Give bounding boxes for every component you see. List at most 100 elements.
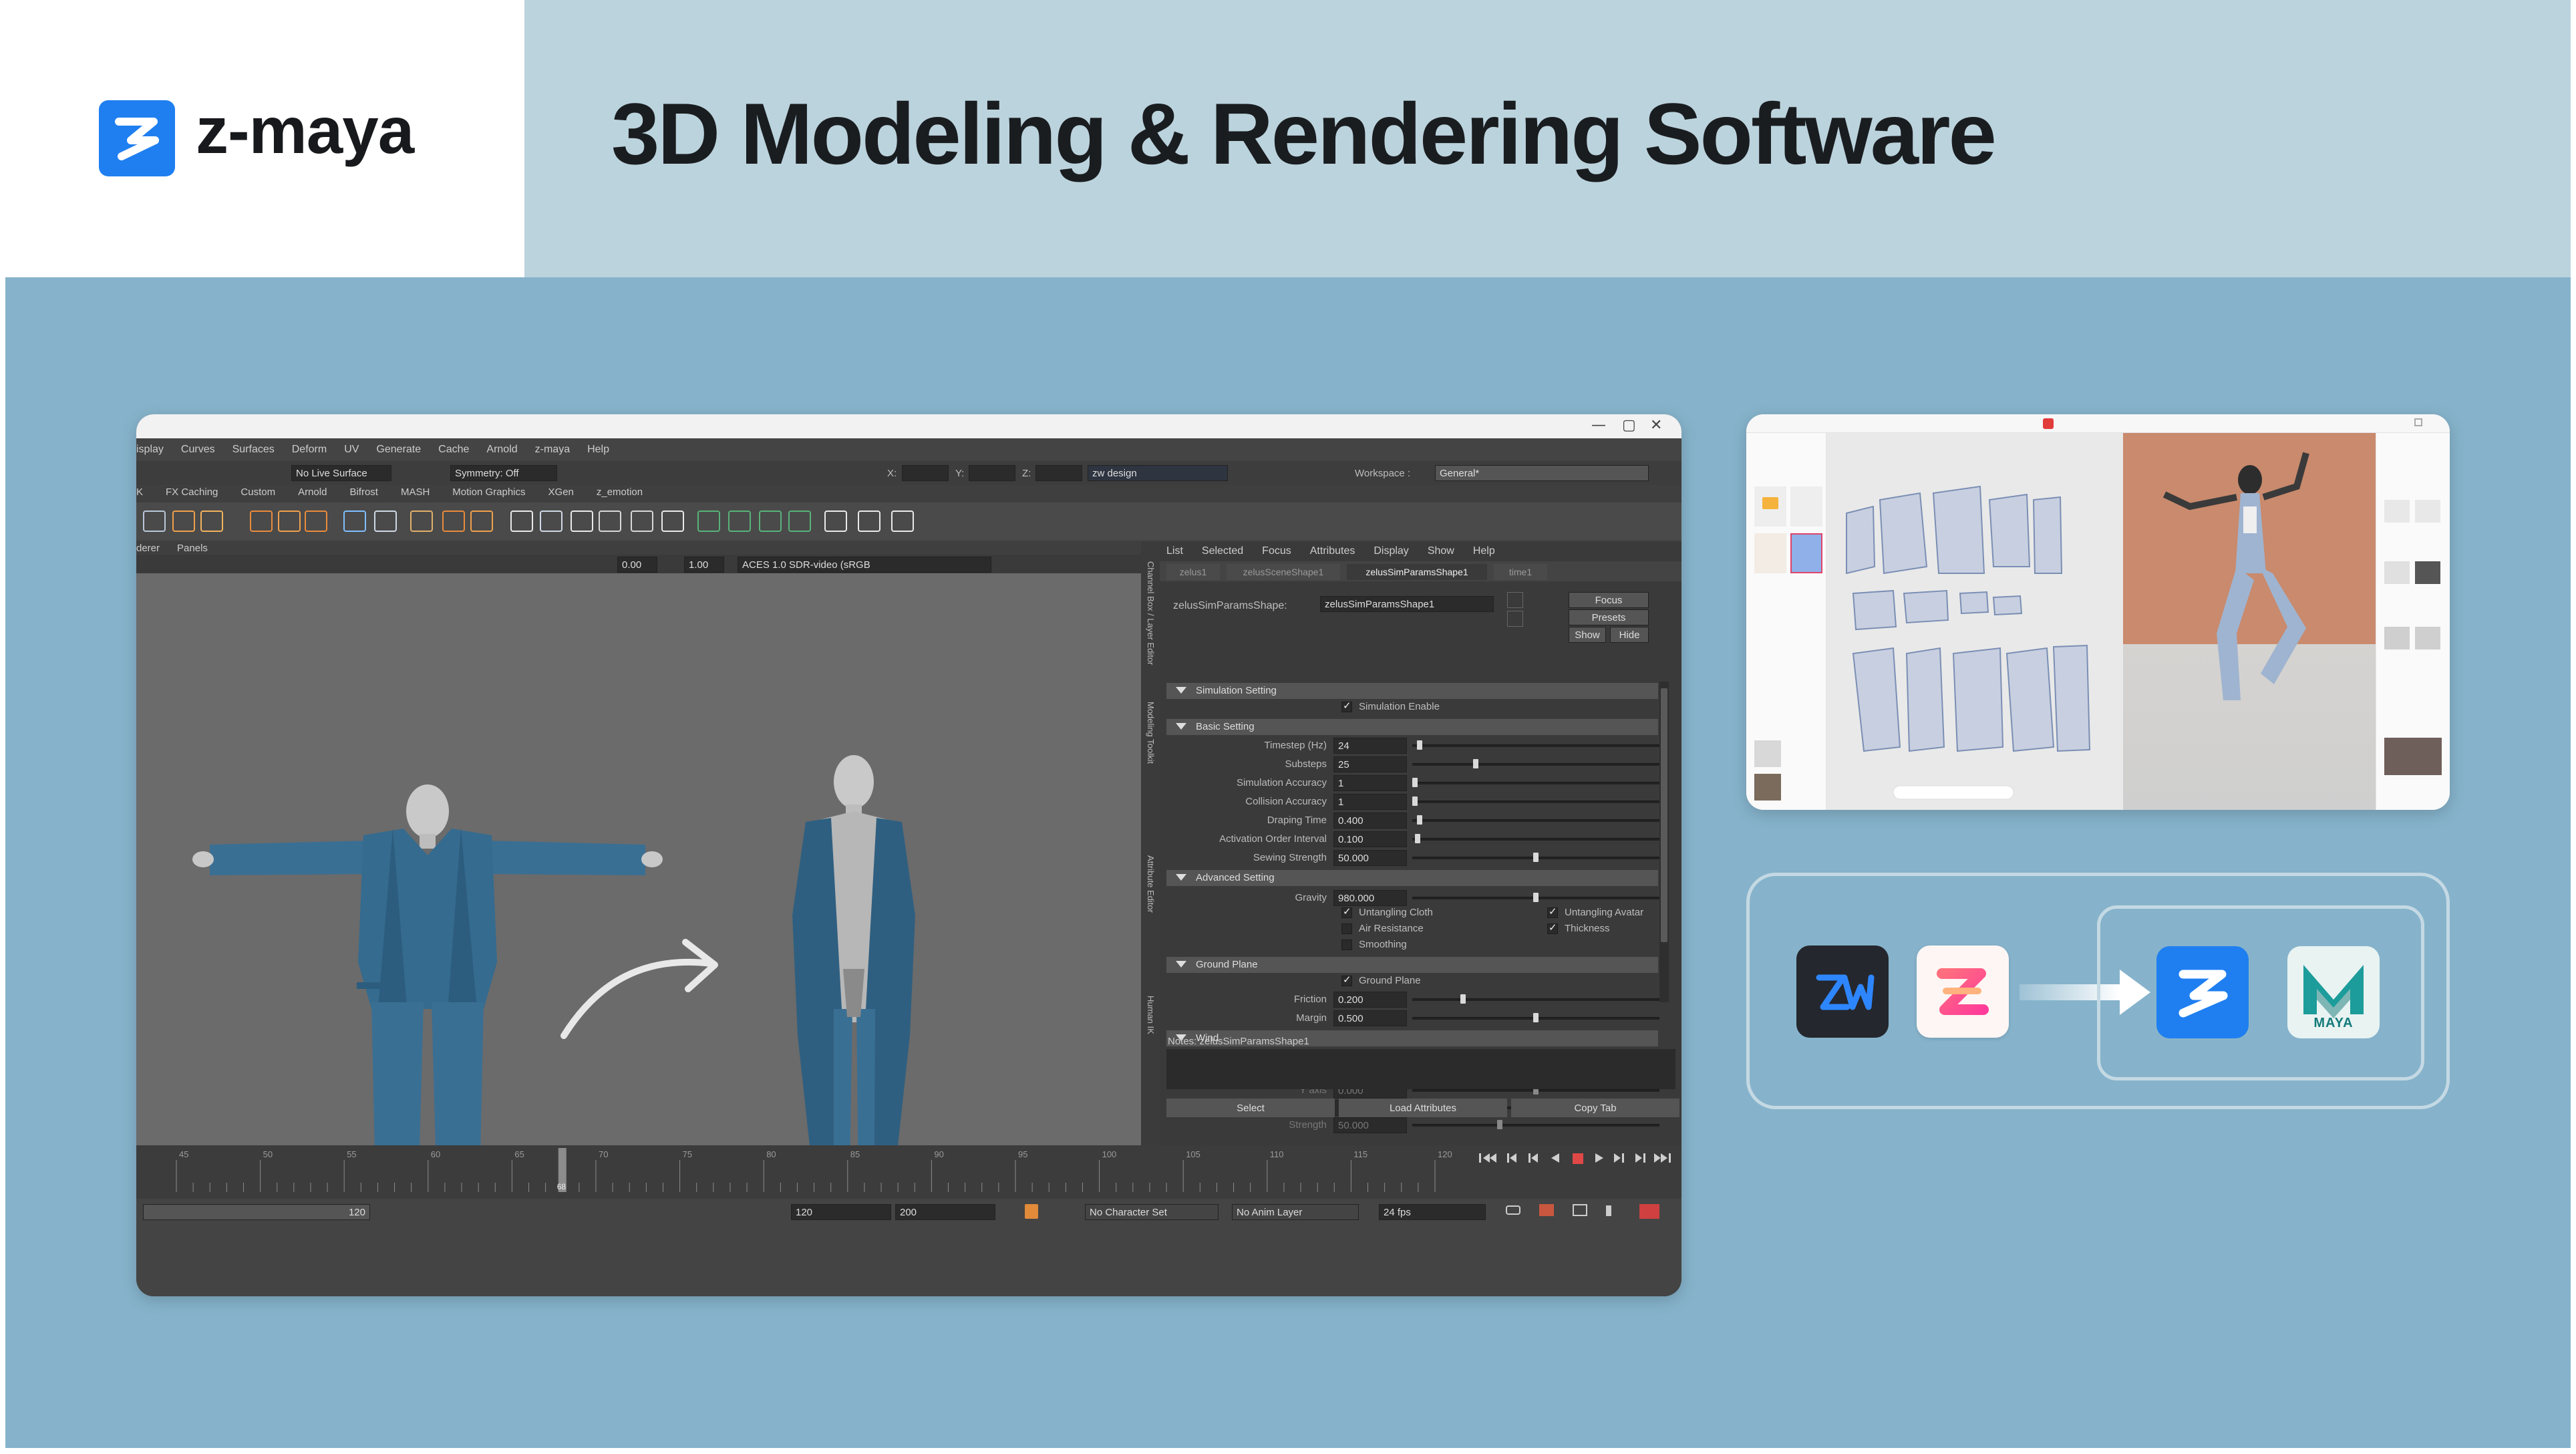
attr-value-field[interactable]: 0.100 <box>1333 831 1407 847</box>
attr-bottom-button[interactable]: Select <box>1166 1099 1335 1117</box>
attr-tab[interactable]: zelus1 <box>1166 564 1220 580</box>
hide-button[interactable]: Hide <box>1610 627 1649 643</box>
simulation-enable-checkbox[interactable] <box>1341 700 1352 712</box>
node-name-field[interactable]: zelusSimParamsShape1 <box>1320 596 1494 612</box>
fps-dropdown[interactable]: 24 fps <box>1379 1204 1486 1220</box>
slider-handle[interactable] <box>1533 853 1539 862</box>
menu-item[interactable]: z-maya <box>535 444 570 456</box>
asset-thumb-selected[interactable] <box>1790 533 1822 573</box>
playback-buttons-icon[interactable] <box>1472 1145 1681 1172</box>
shelf-tool-icon[interactable] <box>571 511 593 532</box>
shelf-tool-icon[interactable] <box>510 511 533 532</box>
slider-handle[interactable] <box>1497 1120 1502 1129</box>
menu-item[interactable]: isplay <box>136 444 164 456</box>
shelf-tool-icon[interactable] <box>143 511 166 532</box>
shelf-tab[interactable]: Motion Graphics <box>452 486 525 498</box>
shelf-tool-icon[interactable] <box>172 511 195 532</box>
asset-thumb[interactable] <box>1790 486 1822 527</box>
attr-value-field[interactable]: 1 <box>1333 794 1407 810</box>
attr-value-field[interactable]: 1 <box>1333 775 1407 791</box>
attr-slider[interactable] <box>1412 998 1659 1001</box>
dock-tab[interactable]: Attribute Editor <box>1146 855 1156 913</box>
slider-handle[interactable] <box>1533 893 1539 902</box>
slider-handle[interactable] <box>1533 1013 1539 1022</box>
attr-bottom-button[interactable]: Load Attributes <box>1339 1099 1507 1117</box>
shelf-tab[interactable]: Bifrost <box>349 486 378 498</box>
attr-tab[interactable]: time1 <box>1494 564 1547 580</box>
shelf-tool-icon[interactable] <box>200 511 223 532</box>
shelf-tool-icon[interactable] <box>305 511 327 532</box>
menu-item[interactable]: UV <box>344 444 359 456</box>
attr-value-field[interactable]: 980.000 <box>1333 890 1407 906</box>
auto-key-icon[interactable] <box>1539 1204 1554 1216</box>
advanced-setting-section[interactable]: Advanced Setting <box>1166 870 1658 886</box>
shelf-tool-icon[interactable] <box>891 511 914 532</box>
live-surface-field[interactable]: No Live Surface <box>291 465 391 481</box>
animation-end-field[interactable]: 200 <box>895 1204 995 1220</box>
app-window-icon[interactable] <box>2414 418 2422 426</box>
attr-slider[interactable] <box>1412 782 1659 784</box>
menu-item[interactable]: Curves <box>181 444 215 456</box>
anim-layer-dropdown[interactable]: No Anim Layer <box>1232 1204 1359 1220</box>
ground-plane-section[interactable]: Ground Plane <box>1166 957 1658 973</box>
range-end-field[interactable]: 120 <box>791 1204 891 1220</box>
shelf-tool-icon[interactable] <box>728 511 751 532</box>
attr-menu-item[interactable]: Display <box>1374 545 1408 557</box>
loop-icon[interactable] <box>1506 1205 1520 1215</box>
draping-item-thumb[interactable] <box>1754 740 1781 767</box>
dock-tab[interactable]: Modeling Toolkit <box>1146 702 1156 764</box>
range-start-slider[interactable]: 120 <box>143 1204 370 1220</box>
3d-viewport[interactable]: derer Panels 0.00 1.00 ACES 1.0 SDR-video… <box>136 541 1141 1145</box>
menu-item[interactable]: Generate <box>376 444 421 456</box>
property-thumb[interactable] <box>2384 561 2410 584</box>
basic-setting-section[interactable]: Basic Setting <box>1166 719 1658 735</box>
focus-button[interactable]: Focus <box>1569 592 1649 608</box>
maximize-button[interactable]: ▢ <box>1622 417 1636 434</box>
asset-thumb[interactable] <box>1754 533 1786 573</box>
minimize-button[interactable]: — <box>1591 417 1606 434</box>
attr-tab[interactable]: zelusSimParamsShape1 <box>1347 564 1487 580</box>
2d-pattern-canvas[interactable] <box>1826 433 2123 810</box>
shelf-tool-icon[interactable] <box>410 511 433 532</box>
menu-item[interactable]: Deform <box>292 444 327 456</box>
attr-slider[interactable] <box>1412 1124 1659 1127</box>
script-editor-icon[interactable] <box>1639 1204 1659 1219</box>
draping-item-thumb[interactable] <box>1754 774 1781 801</box>
property-thumb[interactable] <box>2384 627 2410 649</box>
attr-menu-item[interactable]: Help <box>1473 545 1495 557</box>
folder-thumb[interactable] <box>1754 486 1786 527</box>
advanced-option-checkbox[interactable] <box>1547 921 1558 934</box>
slider-handle[interactable] <box>1473 759 1478 768</box>
advanced-option-checkbox[interactable] <box>1547 905 1558 918</box>
slider-handle[interactable] <box>1460 994 1466 1004</box>
property-thumb[interactable] <box>2384 500 2410 523</box>
presets-toggle-icon[interactable] <box>1507 611 1523 627</box>
attr-menu-item[interactable]: List <box>1166 545 1183 557</box>
menu-item[interactable]: Cache <box>438 444 469 456</box>
shelf-tab[interactable]: Arnold <box>298 486 327 498</box>
sound-icon[interactable] <box>1606 1205 1619 1216</box>
symmetry-field[interactable]: Symmetry: Off <box>450 465 557 481</box>
notes-textarea[interactable] <box>1166 1049 1675 1089</box>
attr-slider[interactable] <box>1412 801 1659 803</box>
attr-value-field[interactable]: 24 <box>1333 738 1407 754</box>
shelf-tool-icon[interactable] <box>374 511 397 532</box>
attr-menu-item[interactable]: Focus <box>1262 545 1291 557</box>
shelf-tool-icon[interactable] <box>697 511 720 532</box>
attr-value-field[interactable]: 0.400 <box>1333 813 1407 829</box>
menu-item[interactable]: Help <box>587 444 609 456</box>
menu-item[interactable]: Surfaces <box>232 444 275 456</box>
shelf-tab[interactable]: Custom <box>240 486 275 498</box>
design-dropdown[interactable]: zw design <box>1088 465 1228 481</box>
attr-bottom-button[interactable]: Copy Tab <box>1511 1099 1679 1117</box>
shelf-tool-icon[interactable] <box>442 511 465 532</box>
shelf-tab[interactable]: K <box>136 486 143 498</box>
advanced-option-checkbox[interactable] <box>1341 939 1352 950</box>
attr-menu-item[interactable]: Attributes <box>1310 545 1355 557</box>
slider-handle[interactable] <box>1412 778 1418 787</box>
character-set-dropdown[interactable]: No Character Set <box>1085 1204 1219 1220</box>
attr-value-field[interactable]: 0.500 <box>1333 1010 1407 1026</box>
slider-handle[interactable] <box>1417 740 1422 750</box>
environment-thumb[interactable] <box>2384 738 2442 775</box>
dock-tab[interactable]: Human IK <box>1146 996 1156 1034</box>
